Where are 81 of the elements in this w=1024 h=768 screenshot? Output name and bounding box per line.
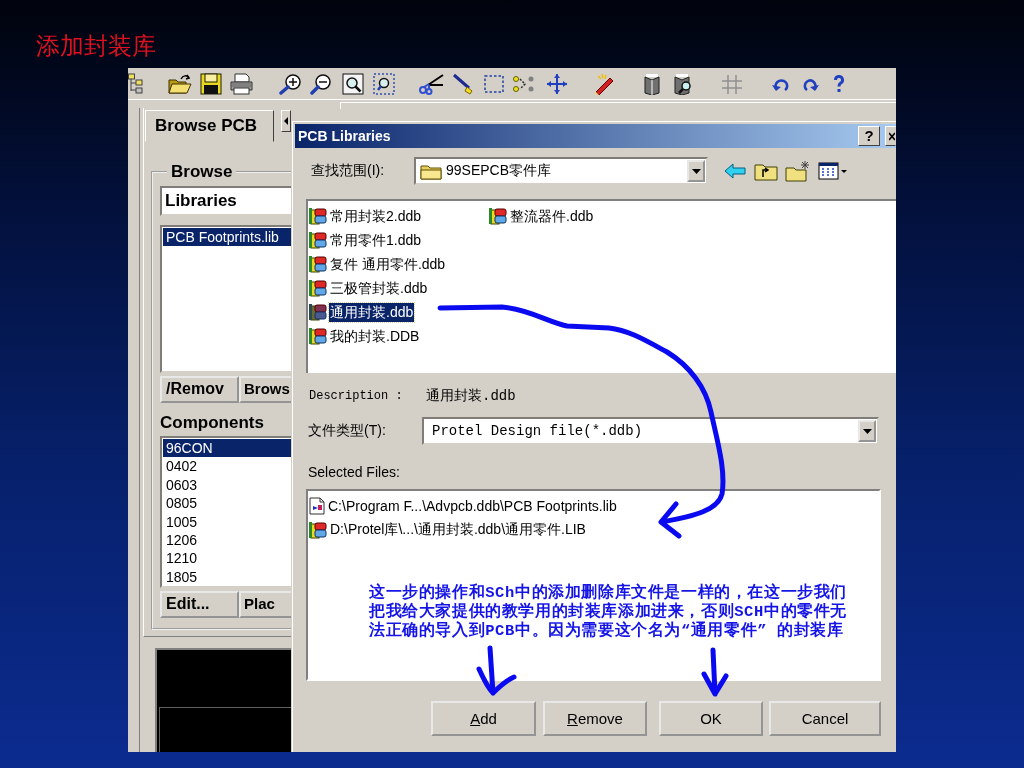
caret-icon [862, 428, 872, 434]
file-name[interactable]: 三极管封装.ddb [329, 278, 429, 298]
printer-icon[interactable] [230, 72, 253, 95]
file-name[interactable]: 常用封装2.ddb [329, 206, 423, 226]
component-item[interactable]: 1210 [163, 549, 291, 568]
dialog-button[interactable]: Add [431, 701, 536, 736]
zoom-out-icon[interactable] [310, 72, 332, 95]
dropdown-button[interactable] [687, 160, 705, 182]
hierarchy-icon[interactable] [128, 72, 143, 95]
browse-type-combo[interactable]: Libraries [160, 186, 291, 216]
annotation-arrow [476, 645, 517, 696]
panel-tab[interactable]: Browse PCB [145, 110, 275, 142]
database-file-icon [309, 521, 327, 539]
zoom-area-icon[interactable] [373, 72, 395, 95]
pencil-icon[interactable] [592, 72, 615, 95]
caret-left-icon [284, 117, 289, 125]
component-button[interactable]: Plac [239, 591, 291, 618]
slide-title: 添加封装库 [36, 33, 156, 59]
folder-icon [420, 162, 442, 180]
move-icon[interactable] [545, 72, 569, 95]
database-file-icon [309, 327, 327, 345]
file-type-combo[interactable]: Protel Design file(*.ddb) [422, 417, 879, 445]
back-arrow-icon[interactable] [723, 162, 747, 180]
zoom-fit-icon[interactable] [342, 72, 364, 95]
database-file-icon [309, 255, 327, 273]
up-folder-icon[interactable] [754, 161, 778, 181]
description-value: 通用封装.ddb [426, 387, 516, 405]
close-icon [889, 131, 895, 141]
library-button[interactable]: /Remov [160, 376, 239, 403]
library-button[interactable]: Brows [239, 376, 291, 403]
annotation-arrow [701, 647, 729, 697]
database-file-icon [309, 207, 327, 225]
component-item[interactable]: 0603 [163, 475, 291, 495]
book-search-icon[interactable] [674, 72, 694, 95]
select-rectangle-icon[interactable] [483, 72, 505, 95]
database-file-icon [309, 231, 327, 249]
document-file-icon [309, 497, 325, 515]
scissors-icon[interactable] [418, 72, 445, 95]
open-folder-icon[interactable] [168, 72, 192, 95]
component-item[interactable]: 0402 [163, 457, 291, 476]
zoom-in-icon[interactable] [278, 72, 302, 95]
line-tool-icon[interactable] [452, 72, 475, 95]
close-button[interactable] [885, 126, 896, 146]
file-type-label: 文件类型(T): [307, 422, 387, 440]
caret-icon [691, 168, 701, 174]
file-path[interactable]: D:\Protel库\...\通用封装.ddb\通用零件.LIB [330, 521, 586, 539]
description-label: Description : [309, 389, 404, 403]
file-name[interactable]: 整流器件.ddb [509, 206, 595, 226]
selected-files-label: Selected Files: [308, 464, 400, 480]
group-label: Browse [170, 162, 234, 182]
component-item[interactable]: 1805 [163, 567, 291, 587]
look-in-label: 查找范围(I): [310, 162, 386, 180]
component-item[interactable]: 1206 [163, 530, 291, 550]
look-in-combo[interactable]: 99SEPCB零件库 [414, 157, 708, 185]
view-menu-icon[interactable] [818, 162, 848, 180]
save-icon[interactable] [200, 72, 222, 95]
dropdown-button[interactable] [858, 420, 876, 442]
dialog-button[interactable]: OK [659, 701, 763, 736]
dialog-button[interactable]: Cancel [769, 701, 881, 736]
dialog-button[interactable]: Remove [543, 701, 647, 736]
help-button[interactable]: ? [858, 126, 880, 146]
file-name[interactable]: 通用封装.ddb [329, 302, 415, 322]
component-item[interactable]: 0805 [163, 494, 291, 513]
new-folder-icon[interactable] [785, 160, 811, 182]
component-item[interactable]: 96CON [163, 439, 291, 458]
database-file-icon [309, 303, 327, 321]
help-icon[interactable] [833, 72, 845, 95]
file-name[interactable]: 常用零件1.ddb [329, 230, 423, 250]
component-button[interactable]: Edit... [160, 591, 239, 618]
components-label: Components [160, 413, 264, 433]
annotation-text: 这一步的操作和SCh中的添加删除库文件是一样的，在这一步我们把我给大家提供的教学用的封装库添加进来，否则SCH中的零件无法正确的导入到PCB中。因为需要这个名为“通用零件” 的封装库 [369, 584, 848, 641]
database-file-icon [309, 279, 327, 297]
file-name[interactable]: 我的封装.DDB [329, 326, 421, 346]
library-item[interactable]: PCB Footprints.lib [163, 228, 291, 247]
file-name[interactable]: 复件 通用零件.ddb [329, 254, 447, 274]
tab-scroll-button[interactable] [281, 110, 291, 132]
component-item[interactable]: 1005 [163, 512, 291, 531]
file-path[interactable]: C:\Program F...\Advpcb.ddb\PCB Footprints.lib [328, 498, 617, 514]
dialog-title: PCB Libraries [297, 127, 392, 146]
book-icon[interactable] [644, 72, 660, 95]
database-file-icon [489, 207, 507, 225]
